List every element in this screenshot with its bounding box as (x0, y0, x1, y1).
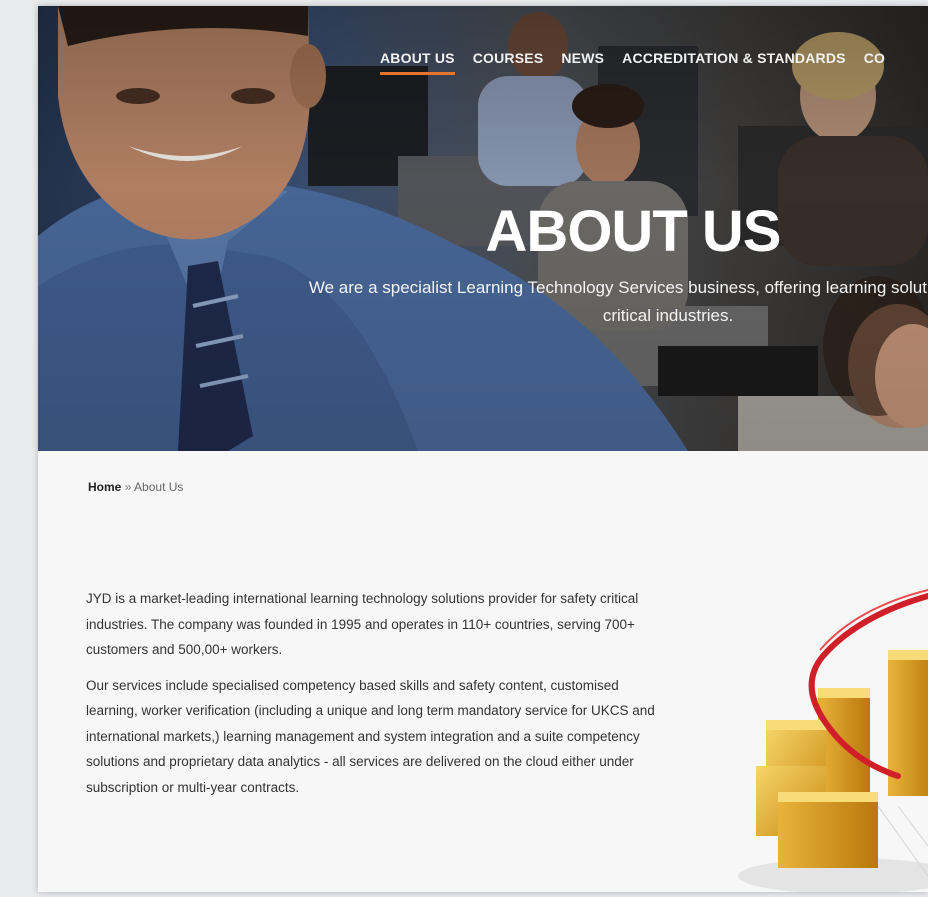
nav-news[interactable]: NEWS (561, 50, 604, 75)
breadcrumb-home-link[interactable]: Home (88, 480, 121, 494)
breadcrumb-current: About Us (134, 480, 184, 494)
about-paragraph-1: JYD is a market-leading international le… (86, 591, 639, 657)
about-content: JYD is a market-leading international le… (86, 586, 666, 810)
nav-courses[interactable]: COURSES (473, 50, 544, 75)
page-frame: ABOUT US COURSES NEWS ACCREDITATION & ST… (38, 6, 928, 892)
hero-subtitle: We are a specialist Learning Technology … (308, 278, 928, 325)
nav-about-us[interactable]: ABOUT US (380, 50, 455, 75)
hero-banner: ABOUT US COURSES NEWS ACCREDITATION & ST… (38, 6, 928, 451)
growth-chart-illustration (738, 589, 928, 892)
nav-contact-truncated[interactable]: CO (864, 50, 885, 75)
about-paragraph-2: Our services include specialised compete… (86, 677, 655, 795)
breadcrumb: Home » About Us (88, 480, 183, 494)
nav-accreditation-standards[interactable]: ACCREDITATION & STANDARDS (622, 50, 846, 75)
page-title: ABOUT US (485, 199, 782, 264)
breadcrumb-separator: » (124, 480, 132, 494)
main-navigation: ABOUT US COURSES NEWS ACCREDITATION & ST… (380, 50, 885, 75)
